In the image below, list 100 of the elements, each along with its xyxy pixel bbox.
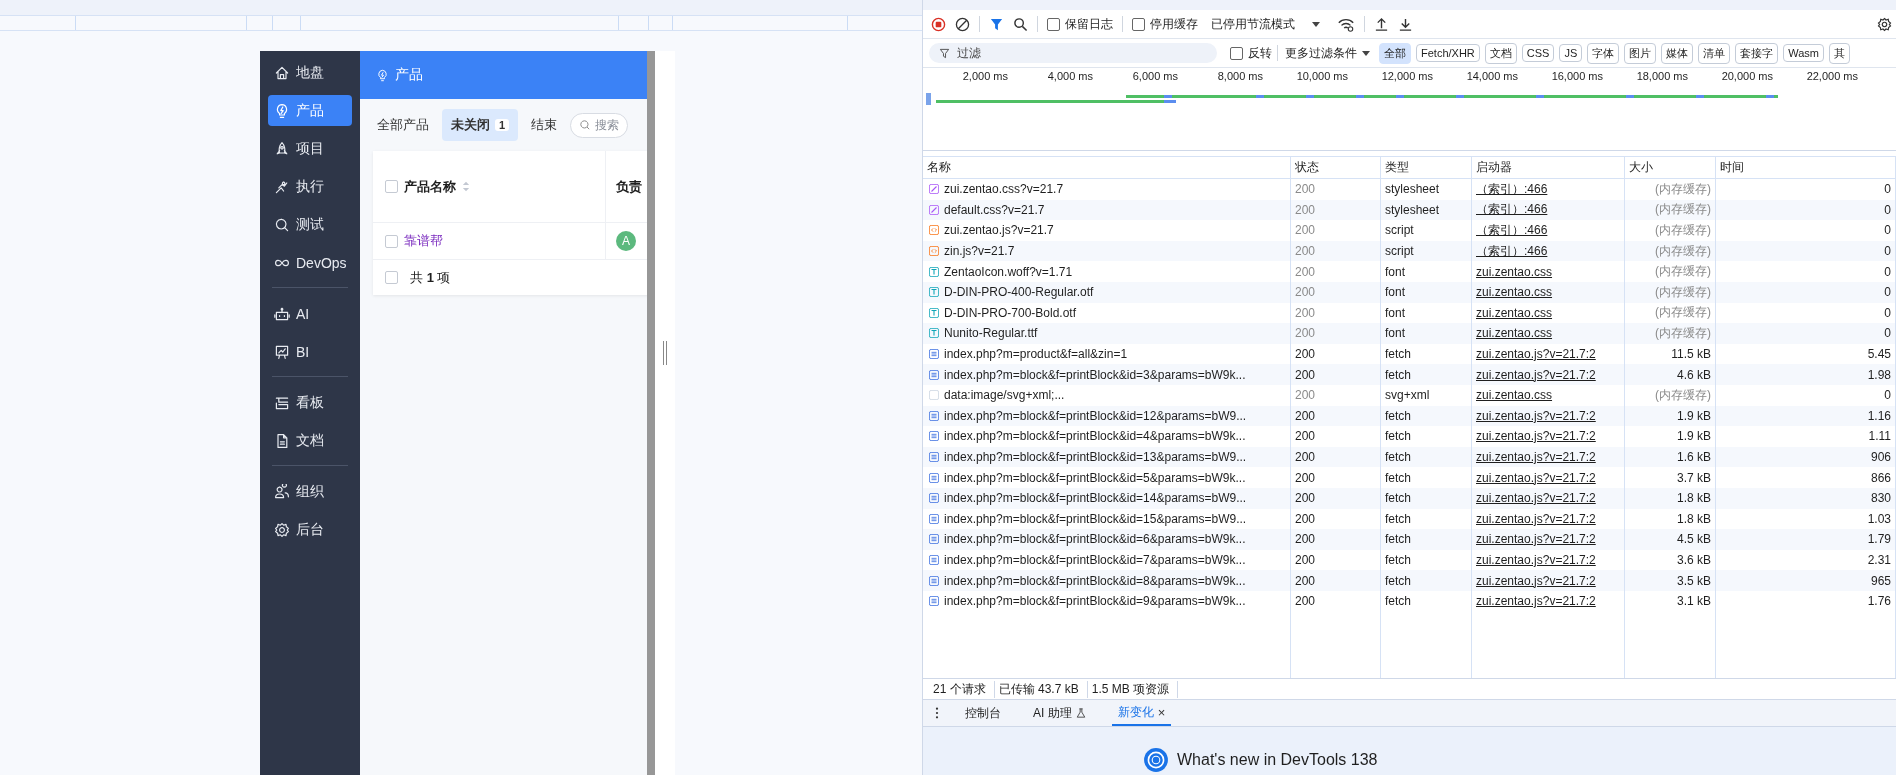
request-name[interactable]: D-DIN-PRO-400-Regular.otf xyxy=(923,281,1291,303)
request-name[interactable]: index.php?m=block&f=printBlock&id=4&params=bW9k... xyxy=(923,426,1291,447)
initiator-link[interactable]: zui.zentao.js?v=21.7:2 xyxy=(1476,573,1596,588)
more-icon[interactable] xyxy=(935,707,939,719)
request-name[interactable]: index.php?m=block&f=printBlock&id=5&params=bW9k... xyxy=(923,467,1291,488)
filter-tab[interactable]: 全部产品 xyxy=(368,109,438,141)
download-icon[interactable] xyxy=(1398,16,1413,32)
checkbox[interactable] xyxy=(385,271,398,284)
checkbox[interactable] xyxy=(385,180,398,193)
sidebar-item[interactable]: 产品 xyxy=(268,95,352,126)
size-cell: 1.9 kB xyxy=(1625,405,1716,427)
filter-tab[interactable]: 结束 xyxy=(522,109,567,141)
sidebar-item[interactable]: AI xyxy=(268,298,352,329)
type-filter-chip[interactable]: 文档 xyxy=(1484,42,1517,64)
sidebar-item[interactable]: 组织 xyxy=(268,476,352,507)
column-header[interactable]: 大小 xyxy=(1625,157,1716,178)
initiator-link[interactable]: （索引）:466 xyxy=(1476,180,1548,198)
type-filter-chip[interactable]: 媒体 xyxy=(1661,42,1694,64)
size-cell: (内存缓存) xyxy=(1625,220,1716,241)
sidebar-item[interactable]: 文档 xyxy=(268,425,352,456)
initiator-link[interactable]: （索引）:466 xyxy=(1476,201,1548,219)
sidebar-item[interactable]: 后台 xyxy=(268,514,352,545)
request-name[interactable]: zui.zentao.css?v=21.7 xyxy=(923,179,1291,200)
settings-icon[interactable] xyxy=(1877,16,1892,32)
column-header[interactable]: 名称 xyxy=(923,157,1291,178)
network-conditions-icon[interactable] xyxy=(1337,16,1355,32)
initiator-link[interactable]: （索引）:466 xyxy=(1476,222,1548,239)
column-header[interactable]: 状态 xyxy=(1291,157,1381,178)
throttling-dropdown[interactable]: 已停用节流模式 xyxy=(1211,15,1295,33)
checkbox[interactable] xyxy=(385,234,398,248)
caret-icon[interactable] xyxy=(1312,21,1320,27)
sidebar-item[interactable]: 看板 xyxy=(268,387,352,418)
search-icon[interactable] xyxy=(1013,16,1028,32)
type-filter-chip[interactable]: Fetch/XHR xyxy=(1416,44,1480,62)
initiator-link[interactable]: zui.zentao.css xyxy=(1476,388,1553,403)
request-name[interactable]: Nunito-Regular.ttf xyxy=(923,323,1291,344)
initiator-link[interactable]: zui.zentao.js?v=21.7:2 xyxy=(1476,450,1596,464)
close-button[interactable]: × xyxy=(1157,704,1166,720)
type-filter-chip[interactable]: 图片 xyxy=(1624,42,1657,64)
initiator-link[interactable]: zui.zentao.js?v=21.7:2 xyxy=(1476,470,1596,485)
sidebar-item[interactable]: 地盘 xyxy=(268,57,352,88)
type-filter-chip[interactable]: JS xyxy=(1559,44,1583,62)
sidebar-item[interactable]: 执行 xyxy=(268,171,352,202)
initiator-link[interactable]: （索引）:466 xyxy=(1476,242,1548,260)
preserve-log-checkbox[interactable]: 保留日志 xyxy=(1047,15,1113,33)
request-name[interactable]: ZentaoIcon.woff?v=1.71 xyxy=(923,261,1291,282)
sidebar-item[interactable]: 测试 xyxy=(268,209,352,240)
request-name[interactable]: data:image/svg+xml;... xyxy=(923,384,1291,406)
record-stop-icon[interactable] xyxy=(931,16,946,32)
filter-field[interactable]: 过滤 xyxy=(929,43,1217,63)
initiator-link[interactable]: zui.zentao.css xyxy=(1476,264,1553,279)
type-filter-chip[interactable]: 套接字 xyxy=(1735,42,1779,64)
initiator-link[interactable]: zui.zentao.js?v=21.7:2 xyxy=(1476,367,1596,382)
initiator-link[interactable]: zui.zentao.js?v=21.7:2 xyxy=(1476,347,1596,362)
request-name[interactable]: index.php?m=block&f=printBlock&id=13&params=bW9... xyxy=(923,446,1291,468)
filter-icon[interactable] xyxy=(989,16,1004,32)
request-name[interactable]: index.php?m=block&f=printBlock&id=8&params=bW9k... xyxy=(923,570,1291,591)
sidebar-item[interactable]: DevOps xyxy=(268,247,352,278)
drawer-tab[interactable]: AI 助理 xyxy=(1027,700,1092,726)
request-name[interactable]: zin.js?v=21.7 xyxy=(923,240,1291,262)
type-filter-chip[interactable]: 其 xyxy=(1829,42,1851,64)
type-filter-chip[interactable]: 清单 xyxy=(1698,42,1731,64)
request-name[interactable]: index.php?m=block&f=printBlock&id=14&params=bW9... xyxy=(923,487,1291,509)
column-header[interactable]: 启动器 xyxy=(1472,157,1625,178)
upload-icon[interactable] xyxy=(1374,16,1389,32)
size-cell: 1.6 kB xyxy=(1625,446,1716,468)
sidebar-item[interactable]: 项目 xyxy=(268,133,352,164)
invert-checkbox[interactable]: 反转 xyxy=(1230,44,1272,62)
request-name[interactable]: index.php?m=block&f=printBlock&id=12&params=bW9... xyxy=(923,405,1291,427)
filter-tab[interactable]: 未关闭 1 xyxy=(442,109,519,141)
column-header[interactable]: 类型 xyxy=(1381,157,1472,178)
drawer-tab[interactable]: 控制台 xyxy=(959,700,1007,726)
initiator-link[interactable]: zui.zentao.css xyxy=(1476,326,1553,341)
initiator-link[interactable]: zui.zentao.js?v=21.7:2 xyxy=(1476,594,1596,609)
initiator-link[interactable]: zui.zentao.css xyxy=(1476,285,1553,300)
initiator-link[interactable]: zui.zentao.js?v=21.7:2 xyxy=(1476,408,1596,423)
column-header[interactable]: 负责 xyxy=(616,177,642,196)
type-filter-chip[interactable]: CSS xyxy=(1521,44,1555,62)
initiator-link[interactable]: zui.zentao.js?v=21.7:2 xyxy=(1476,511,1596,526)
column-header[interactable]: 产品名称 xyxy=(404,177,456,196)
request-name[interactable]: index.php?m=block&f=printBlock&id=6&params=bW9k... xyxy=(923,529,1291,550)
clear-icon[interactable] xyxy=(955,16,970,32)
type-filter-chip[interactable]: 全部 xyxy=(1379,42,1411,64)
column-header[interactable]: 时间 xyxy=(1716,157,1896,178)
initiator-link[interactable]: zui.zentao.js?v=21.7:2 xyxy=(1476,532,1596,547)
request-name[interactable]: zui.zentao.js?v=21.7 xyxy=(923,220,1291,241)
request-name[interactable]: default.css?v=21.7 xyxy=(923,199,1291,221)
initiator-link[interactable]: zui.zentao.css xyxy=(1476,305,1553,320)
request-name[interactable]: index.php?m=block&f=printBlock&id=3&params=bW9k... xyxy=(923,364,1291,385)
type-filter-chip[interactable]: Wasm xyxy=(1783,44,1825,62)
initiator-link[interactable]: zui.zentao.js?v=21.7:2 xyxy=(1476,553,1596,567)
request-name[interactable]: index.php?m=block&f=printBlock&id=9&params=bW9k... xyxy=(923,590,1291,612)
initiator-link[interactable]: zui.zentao.js?v=21.7:2 xyxy=(1476,429,1596,444)
sidebar-item[interactable]: BI xyxy=(268,336,352,367)
product-link[interactable]: 靠谱帮 xyxy=(404,232,443,250)
type-filter-chip[interactable]: 字体 xyxy=(1587,42,1620,64)
more-filters-dropdown[interactable]: 更多过滤条件 xyxy=(1285,44,1370,62)
resize-handle[interactable] xyxy=(663,341,667,365)
initiator-link[interactable]: zui.zentao.js?v=21.7:2 xyxy=(1476,491,1596,506)
disable-cache-checkbox[interactable]: 停用缓存 xyxy=(1132,15,1198,33)
